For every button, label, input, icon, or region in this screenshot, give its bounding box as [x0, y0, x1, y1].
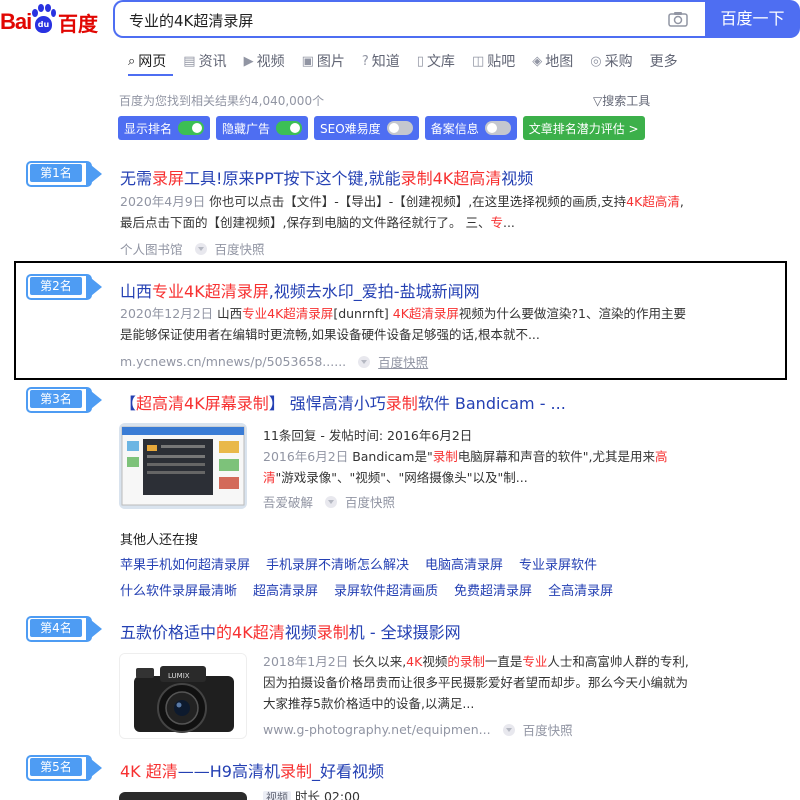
- result-title[interactable]: 【超高清4K屏幕录制】 强悍高清小巧录制软件 Bandicam - ...: [120, 390, 566, 414]
- result-thumbnail[interactable]: [119, 423, 247, 509]
- toggle-switch[interactable]: [484, 121, 511, 135]
- toggle-switch[interactable]: [276, 121, 303, 135]
- camera-thumbnail-image: LUMIX: [120, 654, 246, 738]
- result-subinfo: 11条回复 - 发帖时间: 2016年6月2日: [263, 428, 473, 443]
- result-title[interactable]: 无需录屏工具!原来PPT按下这个键,就能录制4K超高清视频: [120, 165, 533, 189]
- related-search-link[interactable]: 手机录屏不清晰怎么解决: [266, 554, 409, 573]
- filter-bar: 显示排名 隐藏广告 SEO难易度 备案信息 文章排名潜力评估 >: [118, 116, 651, 140]
- also-search-title: 其他人还在搜: [120, 533, 199, 548]
- tab-wenku[interactable]: ▯ 文库: [417, 50, 455, 72]
- tab-purchase[interactable]: ◎ 采购: [590, 50, 632, 72]
- search-button[interactable]: 百度一下: [705, 0, 800, 38]
- result-thumbnail[interactable]: LUMIX: [119, 653, 247, 739]
- rank-badge: 第2名: [26, 274, 104, 300]
- snapshot-link[interactable]: 百度快照: [215, 239, 265, 258]
- cart-icon: ◎: [590, 53, 602, 69]
- result-count: 百度为您找到相关结果约4,040,000个: [119, 94, 325, 108]
- news-icon: ▤: [183, 53, 196, 69]
- filter-icp-info[interactable]: 备案信息: [424, 116, 517, 140]
- tieba-icon: ◫: [471, 53, 485, 69]
- tab-zhidao[interactable]: ? 知道: [362, 50, 400, 72]
- rank-badge: 第1名: [26, 161, 104, 187]
- result-source: www.g-photography.net/equipmen... 百度快照: [263, 720, 573, 739]
- related-search-link[interactable]: 免费超清录屏: [454, 580, 532, 599]
- tab-web[interactable]: ⌕ 网页: [128, 50, 166, 72]
- result-title[interactable]: 五款价格适中的4K超清视频录制机 - 全球摄影网: [120, 619, 461, 643]
- search-tools-button[interactable]: ▽搜索工具: [593, 92, 650, 109]
- tab-news[interactable]: ▤ 资讯: [183, 50, 226, 72]
- rank-badge: 第4名: [26, 616, 104, 642]
- question-icon: ?: [361, 53, 369, 69]
- search-input[interactable]: [129, 10, 649, 30]
- toggle-switch[interactable]: [386, 121, 413, 135]
- search-box: [113, 0, 706, 38]
- snapshot-link[interactable]: 百度快照: [523, 720, 573, 739]
- related-search-link[interactable]: 超高清录屏: [253, 580, 318, 599]
- image-icon: ▣: [301, 53, 314, 69]
- toggle-switch[interactable]: [178, 121, 205, 135]
- dropdown-icon[interactable]: [194, 242, 207, 255]
- header: Bai du 百度 百度一下: [0, 0, 800, 40]
- related-search-link[interactable]: 录屏软件超清画质: [334, 580, 438, 599]
- filter-hide-ads[interactable]: 隐藏广告: [216, 116, 309, 140]
- related-search-link[interactable]: 专业录屏软件: [519, 554, 597, 573]
- also-search-row: 什么软件录屏最清晰 超高清录屏 录屏软件超清画质 免费超清录屏 全高清录屏: [120, 580, 629, 599]
- result-source: m.ycnews.cn/mnews/p/5053658...... 百度快照: [120, 352, 429, 371]
- result-source: 个人图书馆 百度快照: [120, 239, 265, 258]
- video-icon: ▶: [243, 53, 254, 69]
- filter-seo-difficulty[interactable]: SEO难易度: [314, 116, 419, 140]
- result-title[interactable]: 4K 超清——H9高清机录制_好看视频: [120, 758, 384, 782]
- screenshot-thumbnail-image: [119, 423, 247, 509]
- paw-icon: du: [30, 4, 56, 34]
- tab-image[interactable]: ▣ 图片: [302, 50, 345, 72]
- map-icon: ◈: [532, 53, 543, 69]
- tab-more[interactable]: 更多: [650, 50, 678, 72]
- svg-text:LUMIX: LUMIX: [168, 672, 190, 680]
- doc-icon: ▯: [416, 53, 424, 69]
- video-meta: 视频 时长 02:00: [263, 790, 463, 800]
- snapshot-link[interactable]: 百度快照: [345, 492, 395, 511]
- result-snippet: 2016年6月2日 Bandicam是"录制电脑屏幕和声音的软件",尤其是用来高…: [263, 449, 668, 485]
- dropdown-icon[interactable]: [325, 495, 338, 508]
- nav-tabs: ⌕ 网页 ▤ 资讯 ▶ 视频 ▣ 图片 ? 知道 ▯ 文库 ◫ 贴吧 ◈ 地图 ◎ 采购 更多: [128, 50, 695, 72]
- active-tab-indicator: [128, 74, 173, 76]
- filter-icon: ▽: [593, 94, 603, 108]
- logo-text-left: Bai: [0, 9, 32, 34]
- rank-badge: 第3名: [26, 387, 104, 413]
- result-thumbnail[interactable]: [119, 792, 247, 800]
- related-search-link[interactable]: 电脑高清录屏: [425, 554, 503, 573]
- rank-badge: 第5名: [26, 755, 104, 781]
- snapshot-link[interactable]: 百度快照: [378, 352, 428, 371]
- tab-tieba[interactable]: ◫ 贴吧: [472, 50, 515, 72]
- search-icon: ⌕: [128, 53, 136, 69]
- dropdown-icon[interactable]: [358, 355, 371, 368]
- related-search-link[interactable]: 什么软件录屏最清晰: [120, 580, 237, 599]
- article-rank-eval-button[interactable]: 文章排名潜力评估 >: [522, 116, 645, 140]
- video-tag: 视频: [263, 791, 291, 800]
- logo-text-right: 百度: [58, 12, 98, 36]
- result-title[interactable]: 山西专业4K超清录屏,视频去水印_爱拍-盐城新闻网: [120, 278, 480, 302]
- dropdown-icon[interactable]: [502, 723, 515, 736]
- camera-icon[interactable]: [668, 11, 688, 27]
- also-search-row: 苹果手机如何超清录屏 手机录屏不清晰怎么解决 电脑高清录屏 专业录屏软件: [120, 554, 613, 573]
- result-snippet: 2018年1月2日 长久以来,4K视频的录制一直是专业人士和高富帅人群的专利,因…: [263, 654, 689, 711]
- related-search-link[interactable]: 全高清录屏: [548, 580, 613, 599]
- baidu-logo[interactable]: Bai du 百度: [0, 4, 100, 36]
- related-search-link[interactable]: 苹果手机如何超清录屏: [120, 554, 250, 573]
- tab-video[interactable]: ▶ 视频: [244, 50, 285, 72]
- filter-show-rank[interactable]: 显示排名: [118, 116, 211, 140]
- result-snippet: 2020年12月2日 山西专业4K超清录屏[dunrnft] 4K超清录屏视频为…: [120, 306, 686, 342]
- tab-map[interactable]: ◈ 地图: [532, 50, 573, 72]
- result-source: 吾爱破解 百度快照: [263, 492, 395, 511]
- result-snippet: 2020年4月9日 你也可以点击【文件】-【导出】-【创建视频】,在这里选择视频…: [120, 194, 684, 230]
